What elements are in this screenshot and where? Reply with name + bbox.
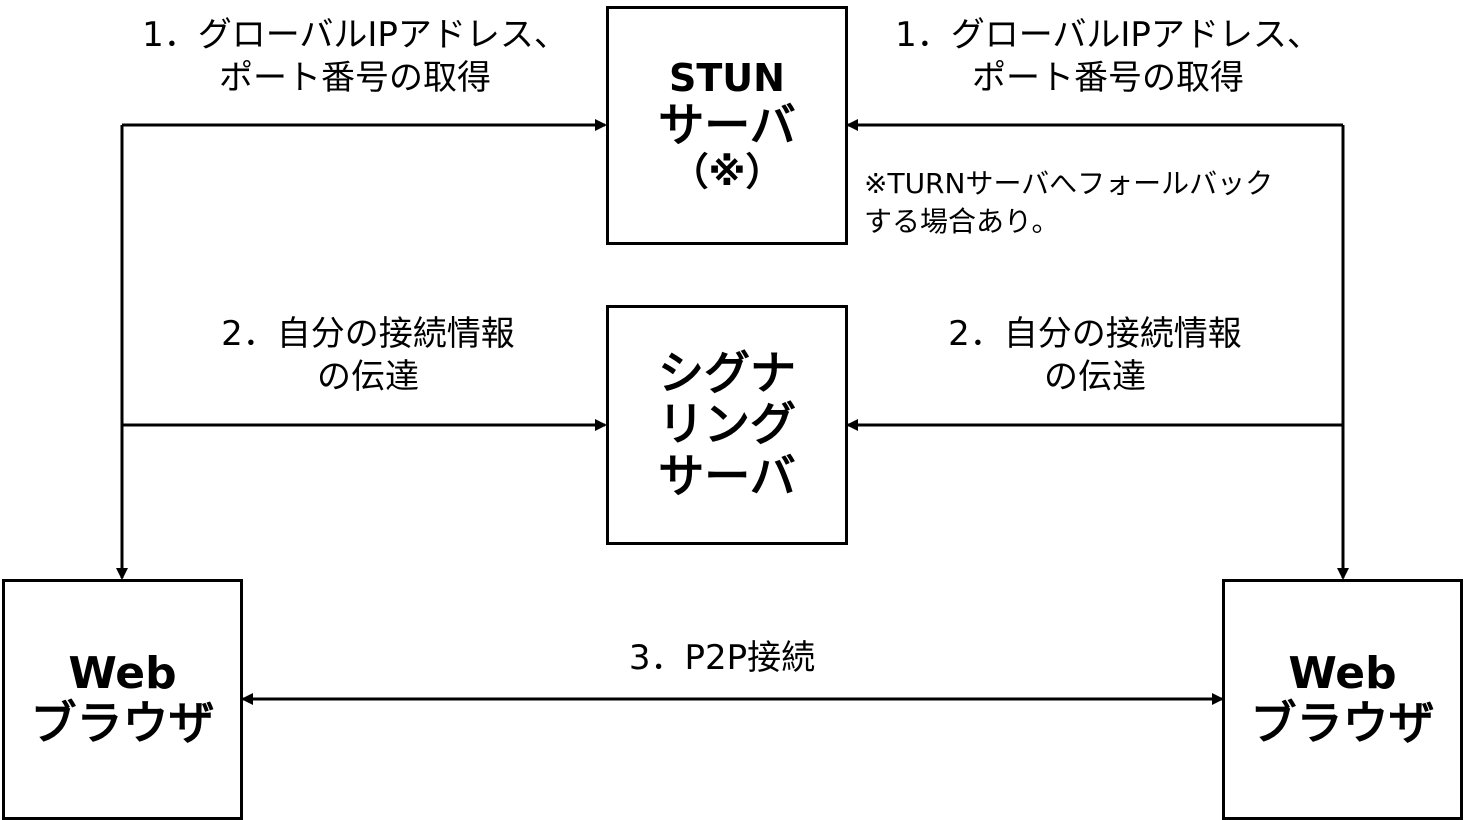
step1-left-label: 1．グローバルIPアドレス、 ポート番号の取得 [95, 14, 615, 99]
signaling-server-box: シグナ リング サーバ [606, 305, 848, 545]
web-browser-right-line1: Web [1288, 648, 1397, 700]
signaling-server-line1: シグナ [658, 345, 796, 400]
signaling-server-line2: リング [658, 397, 796, 452]
step1-left-line2: ポート番号の取得 [219, 57, 491, 98]
web-browser-right-box: Web ブラウザ [1222, 579, 1463, 820]
stun-server-title: STUN [669, 56, 785, 101]
step1-right-label: 1．グローバルIPアドレス、 ポート番号の取得 [848, 14, 1368, 99]
step1-right-line2: ポート番号の取得 [972, 57, 1244, 98]
web-browser-left-line1: Web [68, 648, 177, 700]
stun-server-note-mark: （※） [670, 150, 784, 195]
step2-left-label: 2．自分の接続情報 の伝達 [168, 313, 568, 398]
turn-note-line2: する場合あり。 [864, 204, 1060, 238]
web-browser-left-line2: ブラウザ [30, 696, 215, 751]
turn-fallback-note: ※TURNサーバへフォールバック する場合あり。 [864, 165, 1273, 241]
signaling-server-line3: サーバ [658, 448, 796, 503]
turn-note-line1: ※TURNサーバへフォールバック [864, 167, 1274, 200]
step2-right-line1: 2．自分の接続情報 [948, 314, 1242, 354]
step2-right-label: 2．自分の接続情報 の伝達 [895, 313, 1295, 398]
step3-label: 3．P2P接続 [572, 637, 872, 680]
web-browser-right-line2: ブラウザ [1250, 696, 1435, 751]
stun-server-subtitle: サーバ [658, 97, 796, 152]
step1-right-line1: 1．グローバルIPアドレス、 [895, 15, 1321, 55]
step3-text: 3．P2P接続 [628, 638, 816, 678]
stun-server-box: STUN サーバ （※） [606, 6, 848, 245]
web-browser-left-box: Web ブラウザ [2, 579, 243, 820]
step2-left-line1: 2．自分の接続情報 [221, 314, 515, 354]
step1-left-line1: 1．グローバルIPアドレス、 [142, 15, 568, 55]
step2-left-line2: の伝達 [317, 356, 419, 397]
step2-right-line2: の伝達 [1044, 356, 1146, 397]
